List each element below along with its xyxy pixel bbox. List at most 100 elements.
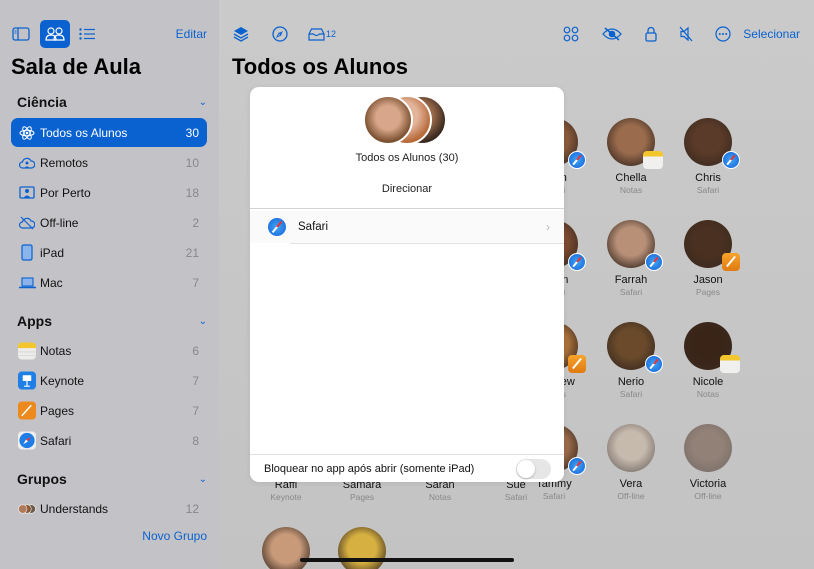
sidebar-item-mac[interactable]: Mac 7 <box>11 268 207 297</box>
more-button[interactable] <box>711 22 735 46</box>
chevron-down-icon[interactable]: ⌄ <box>199 97 207 108</box>
page-title: Todos os Alunos <box>232 54 408 79</box>
avatar <box>363 95 413 145</box>
list-view-button[interactable] <box>72 20 102 48</box>
more-icon <box>715 26 731 42</box>
pages-badge-icon <box>722 253 740 271</box>
grid-button[interactable] <box>559 22 583 46</box>
student-app: Notas <box>696 389 720 399</box>
sidebar-item-count: 10 <box>185 155 199 170</box>
navigate-button[interactable] <box>268 22 292 46</box>
student-name: Nicole <box>692 376 724 388</box>
chevron-down-icon[interactable]: ⌄ <box>199 474 207 485</box>
student-name: Farrah <box>614 274 648 286</box>
section-header-ciencia[interactable]: Ciência ⌄ <box>17 94 207 110</box>
chevron-down-icon[interactable]: ⌄ <box>199 316 207 327</box>
safari-badge-icon <box>645 355 663 373</box>
student-tile[interactable]: Sarah Notas <box>400 479 480 502</box>
sidebar-item-notas[interactable]: Notas 6 <box>11 336 207 365</box>
keynote-app-icon <box>18 371 36 390</box>
avatar <box>262 527 310 569</box>
sidebar-title: Sala de Aula <box>11 54 142 79</box>
student-tile[interactable]: Victoria Off-line <box>668 424 748 501</box>
avatar <box>607 118 663 169</box>
sidebar-item-count: 30 <box>185 125 199 140</box>
sidebar-item-keynote[interactable]: Keynote 7 <box>11 366 207 395</box>
student-name: Chella <box>615 172 647 184</box>
student-app: Off-line <box>617 491 645 501</box>
sidebar-item-off-line[interactable]: Off-line 2 <box>11 208 207 237</box>
student-tile[interactable]: Nerio Safari <box>591 322 671 399</box>
sidebar-item-por-perto[interactable]: Por Perto 18 <box>11 178 207 207</box>
student-app: Safari <box>619 287 643 297</box>
sidebar-item-label: Keynote <box>40 373 85 388</box>
group-avatars-icon <box>18 500 36 518</box>
pages-badge-icon <box>568 355 586 373</box>
people-view-button[interactable] <box>40 20 70 48</box>
safari-badge-icon <box>645 253 663 271</box>
student-tile[interactable]: Nicole Notas <box>668 322 748 399</box>
safari-badge-icon <box>722 151 740 169</box>
avatar <box>684 118 740 169</box>
edit-button[interactable]: Editar <box>176 27 207 41</box>
student-name: Nerio <box>617 376 645 388</box>
sidebar-item-todos-os-alunos[interactable]: Todos os Alunos 30 <box>11 118 207 147</box>
sidebar-item-count: 6 <box>192 343 199 358</box>
student-tile[interactable]: Samara Pages <box>322 479 402 502</box>
inbox-count: 12 <box>326 29 337 39</box>
sidebar: Editar Sala de Aula Ciência ⌄ Todos os A… <box>0 0 219 569</box>
sidebar-item-label: Por Perto <box>40 185 91 200</box>
sidebar-item-label: Understands <box>40 501 109 516</box>
lock-button[interactable] <box>639 22 663 46</box>
inbox-button[interactable]: 12 <box>308 22 344 46</box>
sidebar-item-label: Safari <box>40 433 72 448</box>
sidebar-item-ipad[interactable]: iPad 21 <box>11 238 207 267</box>
avatar <box>684 424 732 472</box>
student-tile[interactable]: Farrah Safari <box>591 220 671 297</box>
lock-in-app-toggle[interactable] <box>516 458 551 479</box>
mute-icon <box>679 26 693 42</box>
section-header-apps[interactable]: Apps ⌄ <box>17 313 207 329</box>
popover-title: Direcionar <box>381 183 433 195</box>
sidebar-item-remotos[interactable]: Remotos 10 <box>11 148 207 177</box>
sidebar-item-label: Mac <box>40 275 63 290</box>
sidebar-toggle-button[interactable] <box>6 20 36 48</box>
student-app: Pages <box>349 492 375 502</box>
sidebar-item-count: 12 <box>185 501 199 516</box>
avatar <box>338 527 386 569</box>
section-header-grupos[interactable]: Grupos ⌄ <box>17 471 207 487</box>
student-tile[interactable]: Jason Pages <box>668 220 748 297</box>
student-tile[interactable]: Vera Off-line <box>591 424 671 501</box>
sidebar-item-pages[interactable]: Pages 7 <box>11 396 207 425</box>
lock-icon <box>645 26 657 42</box>
avatar <box>684 322 740 373</box>
student-app: Safari <box>696 185 720 195</box>
mute-button[interactable] <box>674 22 698 46</box>
sidebar-item-understands[interactable]: Understands 12 <box>11 494 207 523</box>
sidebar-item-count: 7 <box>192 373 199 388</box>
student-tile[interactable]: Raffi Keynote <box>246 479 326 502</box>
section-title: Grupos <box>17 471 67 487</box>
home-indicator[interactable] <box>300 558 514 562</box>
lock-in-app-row: Bloquear no app após abrir (somente iPad… <box>250 455 564 482</box>
student-tile[interactable] <box>322 527 402 569</box>
student-tile[interactable] <box>246 527 326 569</box>
notas-badge-icon <box>643 151 663 169</box>
ipad-icon <box>18 244 36 262</box>
student-tile[interactable]: Chella Notas <box>591 118 671 195</box>
app-row-safari[interactable]: Safari › <box>250 211 564 243</box>
safari-badge-icon <box>568 457 586 475</box>
lock-in-app-label: Bloquear no app após abrir (somente iPad… <box>264 462 475 475</box>
student-name: Victoria <box>689 478 727 490</box>
sidebar-item-safari[interactable]: Safari 8 <box>11 426 207 455</box>
student-tile[interactable]: Chris Safari <box>668 118 748 195</box>
hide-screen-button[interactable] <box>600 22 624 46</box>
student-tile[interactable]: Sue Safari <box>476 479 556 502</box>
new-group-button[interactable]: Novo Grupo <box>142 529 207 543</box>
select-button[interactable]: Selecionar <box>743 27 800 41</box>
layers-button[interactable] <box>229 22 253 46</box>
student-app: Notas <box>619 185 643 195</box>
student-app: Safari <box>619 389 643 399</box>
divider <box>290 243 564 244</box>
student-app: Notas <box>428 492 452 502</box>
